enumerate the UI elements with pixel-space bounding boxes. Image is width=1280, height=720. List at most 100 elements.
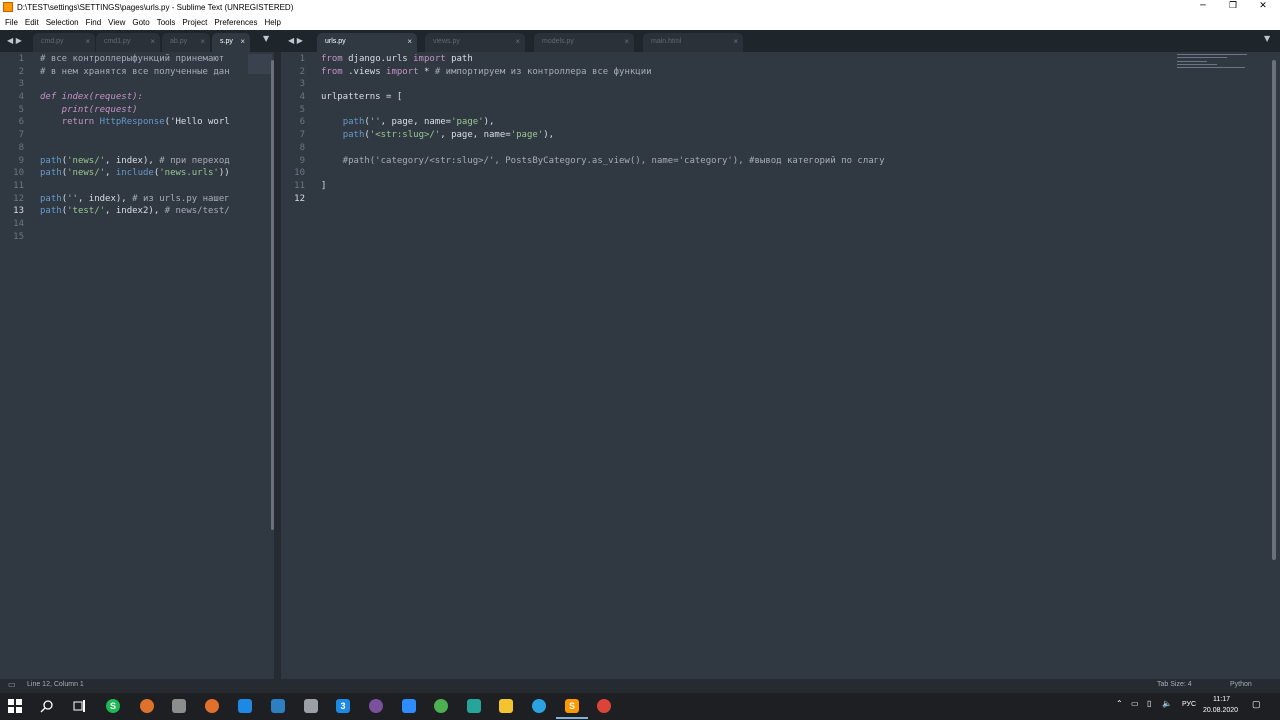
search-icon[interactable] <box>40 699 54 713</box>
tab-cmd-py[interactable]: cmd.py × <box>33 33 95 52</box>
tab-close-icon[interactable]: × <box>624 33 629 50</box>
right-line-gutter: 1 2 3 4 5 6 7 8 9 10 11 12 <box>281 53 305 205</box>
minimap-line <box>1177 67 1245 68</box>
menu-edit[interactable]: Edit <box>25 18 39 27</box>
right-minimap[interactable] <box>1175 52 1250 72</box>
tab-close-icon[interactable]: × <box>733 33 738 50</box>
close-button[interactable]: ✕ <box>1248 0 1278 14</box>
tab-close-icon[interactable]: × <box>150 33 155 50</box>
sublime-app-icon <box>3 2 13 12</box>
left-minimap[interactable] <box>246 52 274 679</box>
tab-urls-py[interactable]: urls.py × <box>317 33 417 52</box>
right-editor-pane[interactable]: 1 2 3 4 5 6 7 8 9 10 11 12 from django.urls import … <box>281 52 1271 679</box>
notepad-icon[interactable] <box>304 699 318 713</box>
code-text: path('news/', include('news.urls')) <box>40 168 230 179</box>
clock-time[interactable]: 11:17 <box>1213 696 1230 703</box>
tab-label: cmd.py <box>41 38 64 45</box>
menu-help[interactable]: Help <box>264 18 280 27</box>
task-view-icon[interactable] <box>73 699 87 713</box>
line-number: 4 <box>18 92 24 103</box>
tab-close-icon[interactable]: × <box>240 33 245 50</box>
right-tab-dropdown-icon[interactable]: ▼ <box>1264 34 1270 43</box>
chrome-icon[interactable] <box>597 699 611 713</box>
menu-tools[interactable]: Tools <box>157 18 176 27</box>
code-line: path('test/', index2), # news/test/ <box>40 205 230 218</box>
left-tab-nav-arrows[interactable]: ◀ ▶ <box>7 36 22 45</box>
right-tab-nav-arrows[interactable]: ◀ ▶ <box>288 36 303 45</box>
code-line: # в нем хранятся все полученные дан <box>40 66 230 79</box>
tab-label: views.py <box>433 38 460 45</box>
comment-text: #path('category/<str:slug>/', PostsByCat… <box>321 155 885 166</box>
tab-close-icon[interactable]: × <box>85 33 90 50</box>
left-code-area[interactable]: # все контроллерыфункций принемают # в н… <box>40 53 230 243</box>
code-line: ] <box>321 180 1261 193</box>
code-line: path('news/', include('news.urls')) <box>40 167 230 180</box>
minimize-button[interactable]: ─ <box>1188 0 1218 14</box>
line-number: 10 <box>13 168 24 179</box>
code-text: urlpatterns = [ <box>321 92 403 103</box>
viber-icon[interactable] <box>369 699 383 713</box>
line-number: 5 <box>299 104 305 115</box>
browser-icon[interactable] <box>205 699 219 713</box>
status-bar: ▭ Line 12, Column 1 Tab Size: 4 Python <box>0 679 1280 693</box>
status-tab-size[interactable]: Tab Size: 4 <box>1157 681 1192 688</box>
clock-date[interactable]: 20.08.2020 <box>1203 707 1238 714</box>
globe-icon[interactable] <box>434 699 448 713</box>
tab-close-icon[interactable]: × <box>407 33 412 50</box>
battery-icon[interactable]: ▯ <box>1147 699 1151 708</box>
line-number: 11 <box>294 180 305 191</box>
app-blue-icon[interactable] <box>238 699 252 713</box>
tray-chevron-icon[interactable]: ⌃ <box>1116 699 1123 708</box>
menu-view[interactable]: View <box>108 18 125 27</box>
file-explorer-icon[interactable] <box>499 699 513 713</box>
store-icon[interactable] <box>271 699 285 713</box>
tab-cmd1-py[interactable]: cmd1.py × <box>96 33 160 52</box>
menu-file[interactable]: File <box>5 18 18 27</box>
tab-s-py[interactable]: s.py × <box>212 33 250 52</box>
language-indicator[interactable]: РУС <box>1182 701 1196 708</box>
menu-selection[interactable]: Selection <box>46 18 79 27</box>
notifications-icon[interactable]: ▢ <box>1252 699 1261 710</box>
status-position: Line 12, Column 1 <box>27 681 84 688</box>
code-line: path('', index), # из urls.py нашег <box>40 193 230 206</box>
maximize-button[interactable]: ❐ <box>1218 0 1248 14</box>
firefox-icon[interactable] <box>140 699 154 713</box>
tab-label: models.py <box>542 38 574 45</box>
tab-models-py[interactable]: models.py × <box>534 33 634 52</box>
skype-icon[interactable]: S <box>106 699 120 713</box>
left-editor-pane[interactable]: 1 2 3 4 5 6 7 8 9 10 11 12 13 14 15 # все контроллерыф… <box>0 52 246 679</box>
line-number: 12 <box>294 193 305 204</box>
menu-preferences[interactable]: Preferences <box>214 18 257 27</box>
gimp-icon[interactable] <box>172 699 186 713</box>
windows-start-icon[interactable] <box>8 699 22 713</box>
zoom-icon[interactable] <box>402 699 416 713</box>
panel-toggle-icon[interactable]: ▭ <box>8 680 16 689</box>
network-icon[interactable]: ▭ <box>1131 699 1139 708</box>
status-syntax[interactable]: Python <box>1230 681 1252 688</box>
tab-ab-py[interactable]: ab.py × <box>162 33 210 52</box>
tab-views-py[interactable]: views.py × <box>425 33 525 52</box>
left-tab-dropdown-icon[interactable]: ▼ <box>263 34 269 43</box>
group-splitter[interactable] <box>274 52 281 679</box>
right-code-area[interactable]: from django.urls import path from .views… <box>321 53 1261 205</box>
telegram-icon[interactable] <box>532 699 546 713</box>
code-line: #path('category/<str:slug>/', PostsByCat… <box>321 155 1261 168</box>
tab-close-icon[interactable]: × <box>515 33 520 50</box>
volume-icon[interactable]: 🔈 <box>1162 699 1172 708</box>
line-number: 3 <box>299 79 305 90</box>
sublime-text-icon[interactable]: S <box>565 699 579 713</box>
tab-close-icon[interactable]: × <box>200 33 205 50</box>
terminal-icon[interactable] <box>467 699 481 713</box>
tab-main-html[interactable]: main.html × <box>643 33 743 52</box>
code-line: def index(request): <box>40 91 230 104</box>
minimap-viewport[interactable] <box>248 54 272 74</box>
line-number: 15 <box>13 231 24 242</box>
menu-find[interactable]: Find <box>86 18 102 27</box>
menu-goto[interactable]: Goto <box>132 18 149 27</box>
menu-project[interactable]: Project <box>182 18 207 27</box>
right-scrollbar[interactable] <box>1272 60 1276 560</box>
tab-label: s.py <box>220 38 233 45</box>
app-3-icon[interactable]: 3 <box>336 699 350 713</box>
